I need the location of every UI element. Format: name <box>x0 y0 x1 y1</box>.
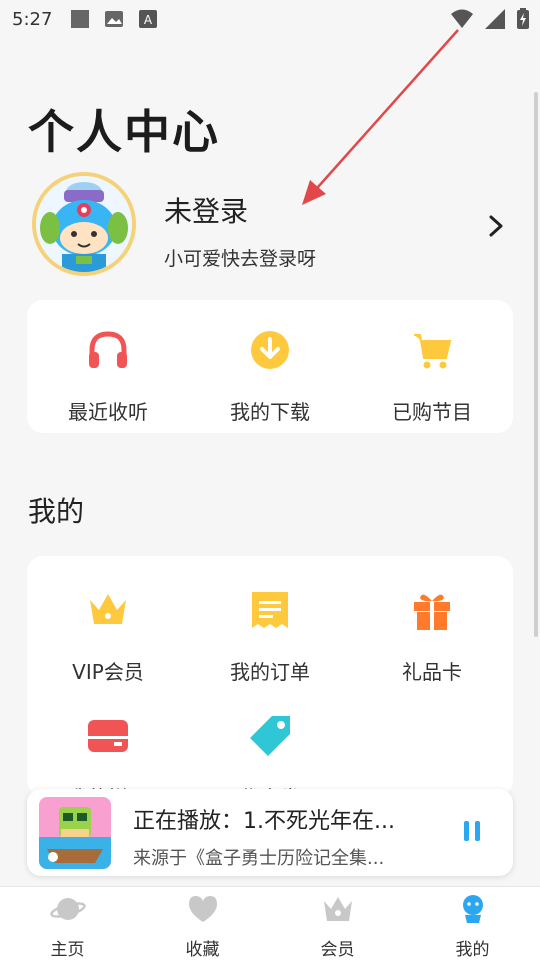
tab-vip-label: 会员 <box>320 940 355 960</box>
recent-listened-button[interactable]: 最近收听 <box>27 326 189 425</box>
tab-mine[interactable]: 我的 <box>405 887 540 960</box>
cart-icon <box>414 334 452 369</box>
tab-mine-label: 我的 <box>455 940 490 960</box>
status-bar: 5:27 A <box>0 0 540 38</box>
mine-card: VIP会员 我的订单 礼品卡 我的拼团 优惠券 <box>27 556 513 810</box>
gift-card-button[interactable]: 礼品卡 <box>351 586 513 685</box>
vip-member-label: VIP会员 <box>72 660 144 684</box>
group-buy-icon <box>88 720 128 752</box>
now-playing-source: 来源于《盒子勇士历险记全集... <box>133 848 385 869</box>
tab-vip[interactable]: 会员 <box>270 887 405 960</box>
battery-icon <box>517 8 529 29</box>
login-hint: 小可爱快去登录呀 <box>164 248 317 270</box>
tab-favorites-label: 收藏 <box>185 940 220 960</box>
mascot-icon <box>462 895 483 923</box>
svg-text:A: A <box>144 13 153 27</box>
vip-member-button[interactable]: VIP会员 <box>27 586 189 685</box>
gift-icon <box>414 594 450 630</box>
my-downloads-label: 我的下载 <box>230 400 310 424</box>
tab-home[interactable]: 主页 <box>0 887 135 960</box>
mini-player[interactable]: 正在播放：1.不死光年在... 来源于《盒子勇士历险记全集... <box>27 789 513 876</box>
gift-card-label: 礼品卡 <box>402 660 462 684</box>
download-icon <box>251 331 289 369</box>
avatar[interactable] <box>32 172 136 276</box>
wifi-icon <box>451 9 473 28</box>
mine-section-title: 我的 <box>28 495 85 528</box>
status-right <box>450 8 530 30</box>
tab-home-label: 主页 <box>50 940 85 960</box>
page-title: 个人中心 <box>28 105 220 159</box>
order-icon <box>252 592 288 628</box>
crown-icon <box>323 897 352 921</box>
my-orders-button[interactable]: 我的订单 <box>189 586 351 685</box>
headphones-icon <box>89 331 127 368</box>
image-notification-icon <box>104 9 124 29</box>
planet-icon <box>49 898 86 920</box>
notification-square-icon <box>70 9 90 29</box>
my-downloads-button[interactable]: 我的下载 <box>189 326 351 425</box>
recent-listened-label: 最近收听 <box>68 400 148 424</box>
status-time: 5:27 <box>12 8 53 30</box>
tab-favorites[interactable]: 收藏 <box>135 887 270 960</box>
crown-icon <box>90 594 126 624</box>
scrollbar[interactable] <box>534 92 538 637</box>
bottom-tab-bar: 主页 收藏 会员 我的 <box>0 886 540 960</box>
quick-actions-card: 最近收听 我的下载 已购节目 <box>27 300 513 433</box>
purchased-programs-label: 已购节目 <box>392 400 472 424</box>
coupon-icon <box>250 716 290 756</box>
heart-icon <box>188 896 217 922</box>
login-status-name: 未登录 <box>164 195 249 228</box>
chevron-right-icon[interactable] <box>486 214 506 238</box>
now-playing-title: 正在播放：1.不死光年在... <box>133 809 395 834</box>
a-notification-icon: A <box>138 9 158 29</box>
album-cover[interactable] <box>39 797 111 869</box>
signal-icon <box>485 9 505 29</box>
pause-icon[interactable] <box>461 819 483 843</box>
my-orders-label: 我的订单 <box>230 660 310 684</box>
purchased-programs-button[interactable]: 已购节目 <box>351 326 513 425</box>
profile-login-row[interactable]: 未登录 小可爱快去登录呀 <box>28 170 512 280</box>
